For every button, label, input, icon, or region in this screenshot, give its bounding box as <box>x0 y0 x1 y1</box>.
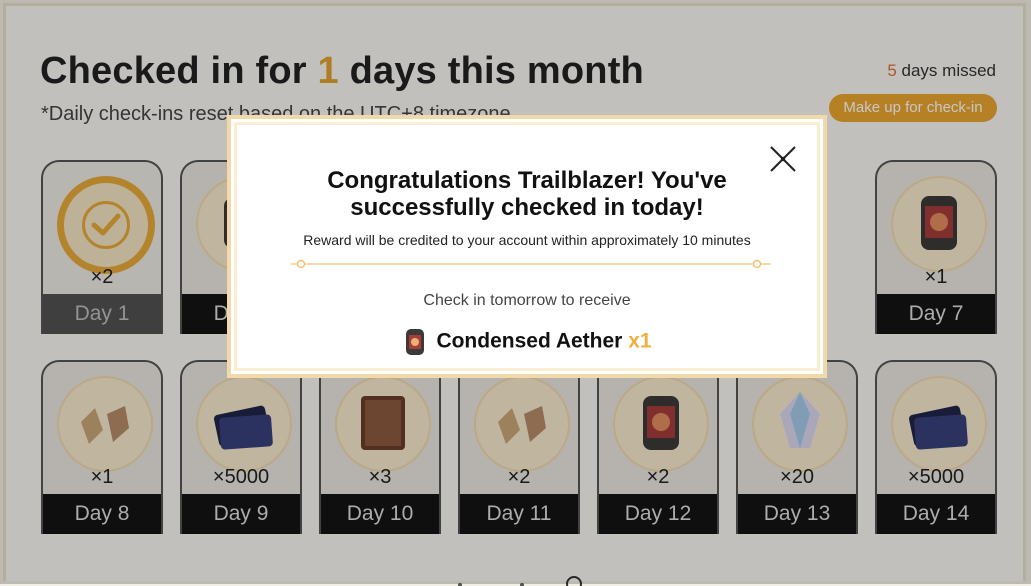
tomorrow-label: Check in tomorrow to receive <box>423 292 631 309</box>
reward-quantity: x1 <box>628 329 652 353</box>
dialog-subtitle: Reward will be credited to your account … <box>303 232 751 248</box>
tomorrow-reward: Condensed Aether x1 <box>231 327 823 357</box>
dialog-title: Congratulations Trailblazer! You've succ… <box>327 167 727 221</box>
reward-name: Condensed Aether <box>436 329 623 353</box>
divider <box>291 259 771 269</box>
checkin-success-dialog: Congratulations Trailblazer! You've succ… <box>227 115 827 378</box>
condensed-aether-icon <box>406 329 425 355</box>
